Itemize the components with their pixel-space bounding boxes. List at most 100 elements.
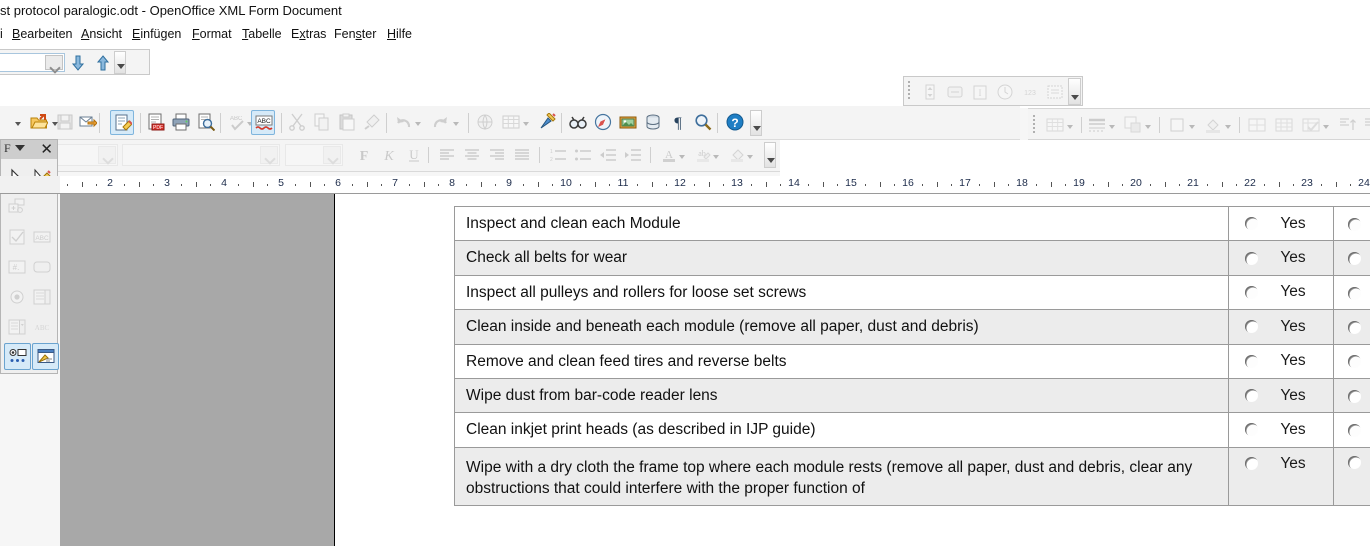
more-controls-toolbar-overflow[interactable] [1068, 78, 1081, 105]
no-cell[interactable] [1333, 274, 1370, 311]
menu-item-fenster[interactable]: Fenster [330, 26, 380, 42]
load-url-down-icon[interactable] [67, 52, 89, 74]
radio-button-no[interactable] [1348, 286, 1361, 300]
yes-cell[interactable]: Yes [1228, 412, 1334, 448]
task-cell: Clean inside and beneath each module (re… [454, 309, 1229, 345]
formatting-toolbar-overflow[interactable] [764, 142, 776, 168]
radio-button-no[interactable] [1348, 252, 1361, 266]
menu-item-einfuegen[interactable]: Einfügen [128, 26, 185, 42]
gallery-icon[interactable] [617, 111, 639, 133]
edit-file-icon[interactable] [110, 110, 134, 135]
svg-text:ABC: ABC [257, 118, 271, 125]
show-draw-functions-icon[interactable] [536, 111, 558, 133]
data-sources-icon[interactable] [642, 111, 664, 133]
table-row[interactable]: Wipe with a dry cloth the frame top wher… [454, 446, 1370, 507]
table-row[interactable]: Clean inside and beneath each module (re… [454, 309, 1370, 345]
radio-button-yes[interactable] [1245, 285, 1258, 299]
font-color-icon: A [658, 144, 680, 166]
horizontal-ruler[interactable]: 2 3 4 5 6 7 8 9 10 11 12 13 14 15 16 17 18 19 20 21 22 23 24 [60, 176, 1370, 194]
document-page[interactable]: Inspect and clean each Module Yes Check … [334, 194, 1370, 546]
menu-item-extras[interactable]: Extras [287, 26, 330, 42]
toolbar-separator [386, 113, 387, 133]
menu-item-hilfe[interactable]: Hilfe [383, 26, 416, 42]
undo-icon [392, 111, 414, 133]
menu-item-bearbeiten[interactable]: Bearbeiten [8, 26, 76, 42]
radio-button-no[interactable] [1348, 389, 1361, 403]
ruler-number: 15 [845, 177, 857, 189]
new-document-dropdown-icon[interactable] [14, 112, 23, 134]
no-cell[interactable] [1333, 240, 1370, 276]
radio-button-yes[interactable] [1245, 354, 1258, 368]
ruler-number: 7 [392, 177, 398, 189]
no-cell[interactable] [1333, 343, 1370, 379]
table-row[interactable]: Remove and clean feed tires and reverse … [454, 343, 1370, 379]
open-document-icon[interactable] [28, 111, 50, 133]
send-email-icon[interactable] [77, 111, 99, 133]
spellcheck-icon[interactable]: ABC [251, 110, 275, 135]
table-row[interactable]: Wipe dust from bar-code reader lens Yes [454, 377, 1370, 414]
table-row[interactable]: Check all belts for wear Yes [454, 240, 1370, 276]
no-cell[interactable] [1333, 205, 1370, 242]
print-preview-icon[interactable] [195, 111, 217, 133]
yes-cell[interactable]: Yes [1228, 240, 1334, 276]
radio-button-yes[interactable] [1245, 389, 1258, 403]
more-controls-icon[interactable] [4, 343, 31, 370]
yes-cell[interactable]: Yes [1228, 343, 1334, 379]
form-design-icon[interactable] [32, 343, 59, 370]
no-cell[interactable] [1333, 377, 1370, 414]
radio-button-no[interactable] [1348, 424, 1361, 438]
yes-cell[interactable]: Yes [1228, 446, 1334, 507]
radio-button-yes[interactable] [1245, 217, 1258, 231]
chevron-down-icon[interactable] [45, 55, 63, 70]
menu-item-ansicht[interactable]: Ansicht [77, 26, 126, 42]
menu-item-datei[interactable]: i [0, 26, 7, 42]
ruler-tick [936, 182, 938, 187]
load-url-toolbar-overflow[interactable] [114, 51, 126, 74]
border-style-icon [1086, 114, 1108, 136]
toolbar-grip[interactable] [907, 81, 912, 101]
find-and-replace-icon[interactable] [567, 111, 589, 133]
table-row[interactable]: Inspect all pulleys and rollers for loos… [454, 274, 1370, 311]
yes-cell[interactable]: Yes [1228, 309, 1334, 345]
font-size-combo[interactable] [285, 144, 343, 166]
chevron-down-icon[interactable] [98, 146, 116, 164]
radio-button-no[interactable] [1348, 217, 1361, 231]
radio-button-yes[interactable] [1245, 320, 1258, 334]
yes-cell[interactable]: Yes [1228, 205, 1334, 242]
toolbar-grip[interactable] [1032, 115, 1037, 135]
no-cell[interactable] [1333, 412, 1370, 448]
palette-title-bar[interactable]: F ✕ [1, 140, 57, 159]
font-name-combo[interactable] [122, 144, 280, 166]
table-row[interactable]: Clean inkjet print heads (as described i… [454, 412, 1370, 448]
standard-toolbar-overflow[interactable] [750, 110, 762, 136]
yes-cell[interactable]: Yes [1228, 274, 1334, 311]
no-cell[interactable] [1333, 309, 1370, 345]
export-pdf-icon[interactable]: PDF [145, 111, 167, 133]
task-cell: Remove and clean feed tires and reverse … [454, 343, 1229, 379]
load-url-combo[interactable]: den [0, 53, 65, 72]
close-icon[interactable]: ✕ [40, 140, 53, 159]
navigator-icon[interactable] [592, 111, 614, 133]
chevron-down-icon[interactable] [260, 146, 278, 164]
radio-button-no[interactable] [1348, 455, 1361, 469]
menu-bar[interactable]: i Bearbeiten Ansicht Einfügen Format Tab… [0, 24, 1370, 46]
radio-button-no[interactable] [1348, 320, 1361, 334]
menu-item-format[interactable]: Format [188, 26, 236, 42]
chevron-down-icon[interactable] [15, 145, 25, 151]
radio-button-yes[interactable] [1245, 423, 1258, 437]
print-icon[interactable] [170, 111, 192, 133]
radio-button-yes[interactable] [1245, 251, 1258, 265]
radio-button-no[interactable] [1348, 355, 1361, 369]
ruler-tick [1150, 184, 1152, 186]
radio-button-yes[interactable] [1245, 457, 1258, 471]
formatting-marks-icon[interactable]: ¶ [667, 111, 689, 133]
ruler-tick [195, 182, 197, 187]
zoom-icon[interactable] [692, 111, 714, 133]
load-url-up-icon[interactable] [92, 52, 114, 74]
table-row[interactable]: Inspect and clean each Module Yes [454, 205, 1370, 242]
yes-cell[interactable]: Yes [1228, 377, 1334, 414]
chevron-down-icon[interactable] [323, 146, 341, 164]
menu-item-tabelle[interactable]: Tabelle [238, 26, 286, 42]
help-icon[interactable]: ? [724, 111, 746, 133]
no-cell[interactable] [1333, 446, 1370, 507]
